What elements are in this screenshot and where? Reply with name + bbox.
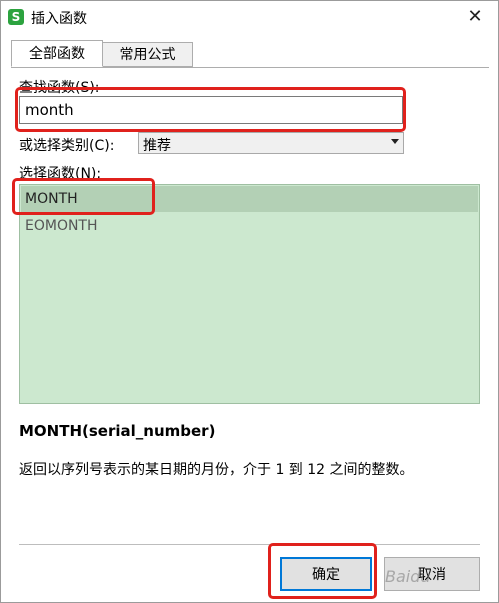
chevron-down-icon bbox=[391, 139, 399, 144]
list-item-month[interactable]: MONTH bbox=[21, 186, 478, 212]
tab-all-functions[interactable]: 全部函数 bbox=[11, 40, 103, 67]
dialog-title: 插入函数 bbox=[31, 11, 87, 27]
footer-divider bbox=[19, 544, 480, 545]
wps-spreadsheet-icon: S bbox=[8, 9, 24, 25]
category-select[interactable]: 推荐 bbox=[138, 132, 404, 154]
function-signature: MONTH(serial_number) bbox=[19, 422, 216, 440]
function-list[interactable]: MONTH EOMONTH bbox=[19, 184, 480, 404]
search-label: 查找函数(S): bbox=[19, 80, 100, 96]
category-selected-value: 推荐 bbox=[143, 138, 171, 154]
tab-common-formulas[interactable]: 常用公式 bbox=[103, 42, 193, 67]
function-list-label: 选择函数(N): bbox=[19, 166, 102, 182]
close-icon[interactable]: ✕ bbox=[462, 4, 488, 30]
cancel-button[interactable]: 取消 bbox=[384, 557, 480, 591]
search-input[interactable] bbox=[19, 96, 403, 124]
title-bar: S 插入函数 ✕ bbox=[1, 1, 498, 33]
ok-button[interactable]: 确定 bbox=[280, 557, 372, 591]
category-label: 或选择类别(C): bbox=[19, 138, 115, 154]
insert-function-dialog: S 插入函数 ✕ 全部函数 常用公式 查找函数(S): 或选择类别(C): 推荐… bbox=[0, 0, 499, 603]
list-item-eomonth[interactable]: EOMONTH bbox=[21, 213, 478, 239]
function-description: 返回以序列号表示的某日期的月份，介于 1 到 12 之间的整数。 bbox=[19, 462, 414, 478]
